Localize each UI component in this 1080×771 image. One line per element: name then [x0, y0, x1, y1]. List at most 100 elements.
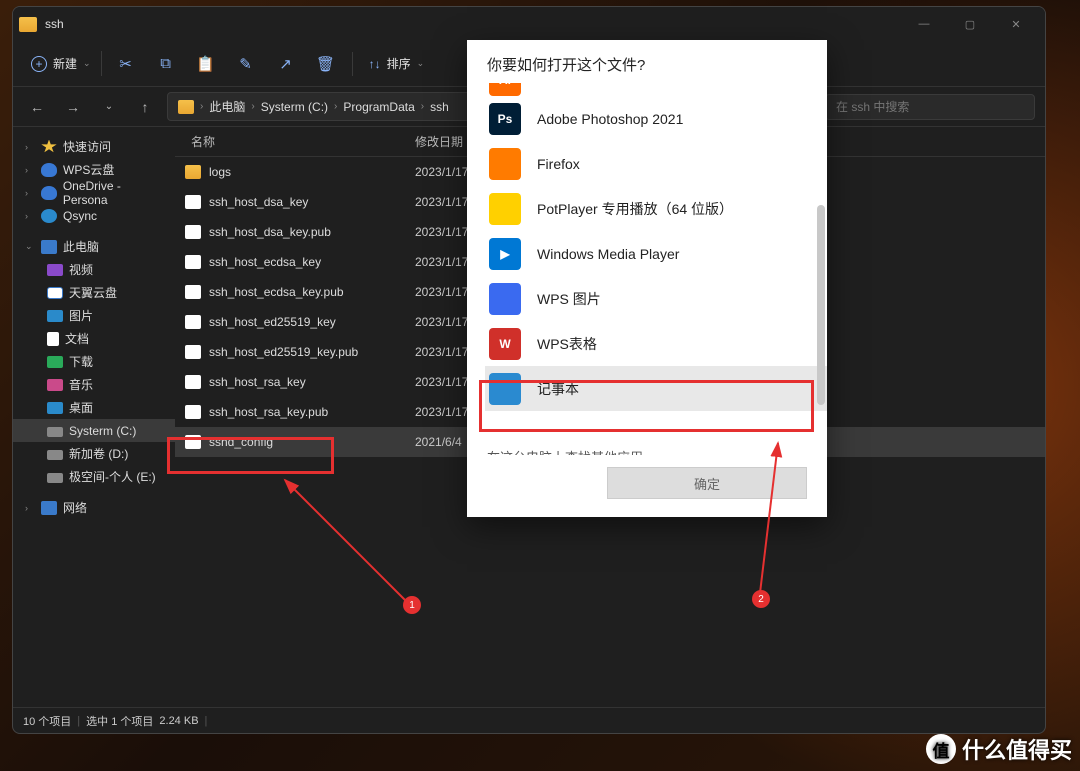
statusbar: 10 个项目 | 选中 1 个项目 2.24 KB |: [13, 707, 1045, 733]
nav-back[interactable]: ←: [23, 99, 51, 115]
drive-icon: [47, 450, 63, 460]
chevron-icon: ›: [25, 211, 35, 221]
window-title: ssh: [45, 17, 901, 31]
maximize-button[interactable]: ▢: [947, 7, 993, 41]
status-count: 10 个项目: [23, 713, 71, 729]
column-name[interactable]: 名称: [185, 133, 415, 150]
dl-icon: [47, 356, 63, 368]
chevron-icon: ›: [25, 188, 35, 198]
file-name: ssh_host_rsa_key: [209, 375, 415, 389]
sidebar-item-视频[interactable]: 视频: [13, 258, 175, 281]
app-option-Firefox[interactable]: Firefox: [485, 141, 827, 186]
copy-button[interactable]: ⧉: [146, 46, 186, 82]
sidebar-item-极空间-个人 (E:)[interactable]: 极空间-个人 (E:): [13, 465, 175, 488]
net-icon: [41, 501, 57, 515]
file-icon: [185, 225, 201, 239]
cut-button[interactable]: ✂: [106, 46, 146, 82]
sidebar-item-天翼云盘[interactable]: 天翼云盘: [13, 281, 175, 304]
app-option-记事本[interactable]: 记事本: [485, 366, 827, 411]
annotation-badge-1: 1: [403, 596, 421, 614]
sidebar-item-label: 下载: [69, 353, 93, 370]
sidebar-item-文档[interactable]: 文档: [13, 327, 175, 350]
minimize-button[interactable]: —: [901, 7, 947, 41]
app-option-PotPlayer 专用播放（64 位版）[interactable]: PotPlayer 专用播放（64 位版）: [485, 186, 827, 231]
drive-icon: [47, 473, 63, 483]
sidebar-item-音乐[interactable]: 音乐: [13, 373, 175, 396]
app-option-WPS表格[interactable]: WWPS表格: [485, 321, 827, 366]
sidebar-item-快速访问[interactable]: ›快速访问: [13, 135, 175, 158]
sidebar-item-label: 桌面: [69, 399, 93, 416]
sidebar-item-label: 视频: [69, 261, 93, 278]
sidebar-item-label: 文档: [65, 330, 89, 347]
file-date: 2023/1/17: [415, 165, 468, 179]
sidebar-item-label: 快速访问: [63, 138, 111, 155]
app-icon: [489, 148, 521, 180]
app-option-partial[interactable]: Ai: [485, 83, 827, 96]
sidebar-item-下载[interactable]: 下载: [13, 350, 175, 373]
crumb[interactable]: ssh: [430, 100, 449, 114]
file-date: 2023/1/17: [415, 375, 468, 389]
cloud-icon: [41, 163, 57, 177]
dialog-more-apps[interactable]: 在这台电脑上查找其他应用: [467, 439, 827, 455]
file-date: 2023/1/17: [415, 315, 468, 329]
sidebar-item-图片[interactable]: 图片: [13, 304, 175, 327]
desk-icon: [47, 402, 63, 414]
sort-button[interactable]: ↑↓ 排序 ⌄: [359, 55, 435, 72]
file-icon: [185, 285, 201, 299]
folder-icon: [19, 17, 37, 32]
app-label: WPS 图片: [537, 289, 601, 309]
file-date: 2023/1/17: [415, 195, 468, 209]
file-name: logs: [209, 165, 415, 179]
app-icon: [489, 193, 521, 225]
sidebar-item-label: 音乐: [69, 376, 93, 393]
app-label: WPS表格: [537, 334, 597, 354]
file-name: ssh_host_ecdsa_key: [209, 255, 415, 269]
pc-icon: [41, 240, 57, 254]
app-icon: Ps: [489, 103, 521, 135]
file-name: sshd_config: [209, 435, 415, 449]
music-icon: [47, 379, 63, 391]
sidebar-item-Systerm (C:)[interactable]: Systerm (C:): [13, 419, 175, 442]
file-name: ssh_host_ed25519_key: [209, 315, 415, 329]
new-button[interactable]: + 新建 ⌄: [21, 51, 102, 76]
nav-up[interactable]: ↑: [131, 99, 159, 115]
sidebar-item-Qsync[interactable]: ›Qsync: [13, 204, 175, 227]
ok-button[interactable]: 确定: [607, 467, 807, 499]
cloud-icon: [41, 186, 57, 200]
delete-button[interactable]: 🗑: [306, 46, 346, 82]
search-input[interactable]: [825, 94, 1035, 120]
sidebar: ›快速访问›WPS云盘›OneDrive - Persona›Qsync⌄此电脑…: [13, 127, 175, 707]
sidebar-item-桌面[interactable]: 桌面: [13, 396, 175, 419]
app-option-WPS 图片[interactable]: WPS 图片: [485, 276, 827, 321]
nav-recent[interactable]: ⌄: [95, 101, 123, 112]
new-label: 新建: [53, 55, 77, 72]
file-date: 2023/1/17: [415, 255, 468, 269]
paste-button[interactable]: 📋: [186, 46, 226, 82]
rename-button[interactable]: ✎: [226, 46, 266, 82]
dialog-title: 你要如何打开这个文件?: [467, 40, 827, 83]
sidebar-item-OneDrive - Persona[interactable]: › OneDrive - Persona: [13, 181, 175, 204]
crumb[interactable]: Systerm (C:): [261, 100, 328, 114]
sidebar-item-label: Systerm (C:): [69, 424, 136, 438]
sidebar-item-label: OneDrive - Persona: [63, 179, 167, 207]
crumb[interactable]: 此电脑: [209, 98, 245, 115]
app-label: PotPlayer 专用播放（64 位版）: [537, 199, 733, 219]
app-option-Windows Media Player[interactable]: ▶Windows Media Player: [485, 231, 827, 276]
sidebar-item-此电脑[interactable]: ⌄此电脑: [13, 235, 175, 258]
star-icon: [41, 140, 57, 154]
file-icon: [185, 405, 201, 419]
nav-forward[interactable]: →: [59, 99, 87, 115]
close-button[interactable]: ✕: [993, 7, 1039, 41]
scrollbar[interactable]: [815, 83, 825, 439]
watermark: 值 什么值得买: [926, 733, 1072, 765]
open-with-dialog: 你要如何打开这个文件? AiPsAdobe Photoshop 2021Fire…: [467, 40, 827, 517]
sidebar-item-网络[interactable]: ›网络: [13, 496, 175, 519]
file-name: ssh_host_dsa_key.pub: [209, 225, 415, 239]
share-button[interactable]: ↗: [266, 46, 306, 82]
file-icon: [185, 345, 201, 359]
crumb[interactable]: ProgramData: [343, 100, 414, 114]
file-icon: [185, 315, 201, 329]
app-option-Adobe Photoshop 2021[interactable]: PsAdobe Photoshop 2021: [485, 96, 827, 141]
sidebar-item-新加卷 (D:)[interactable]: 新加卷 (D:): [13, 442, 175, 465]
yun-icon: [47, 287, 63, 299]
